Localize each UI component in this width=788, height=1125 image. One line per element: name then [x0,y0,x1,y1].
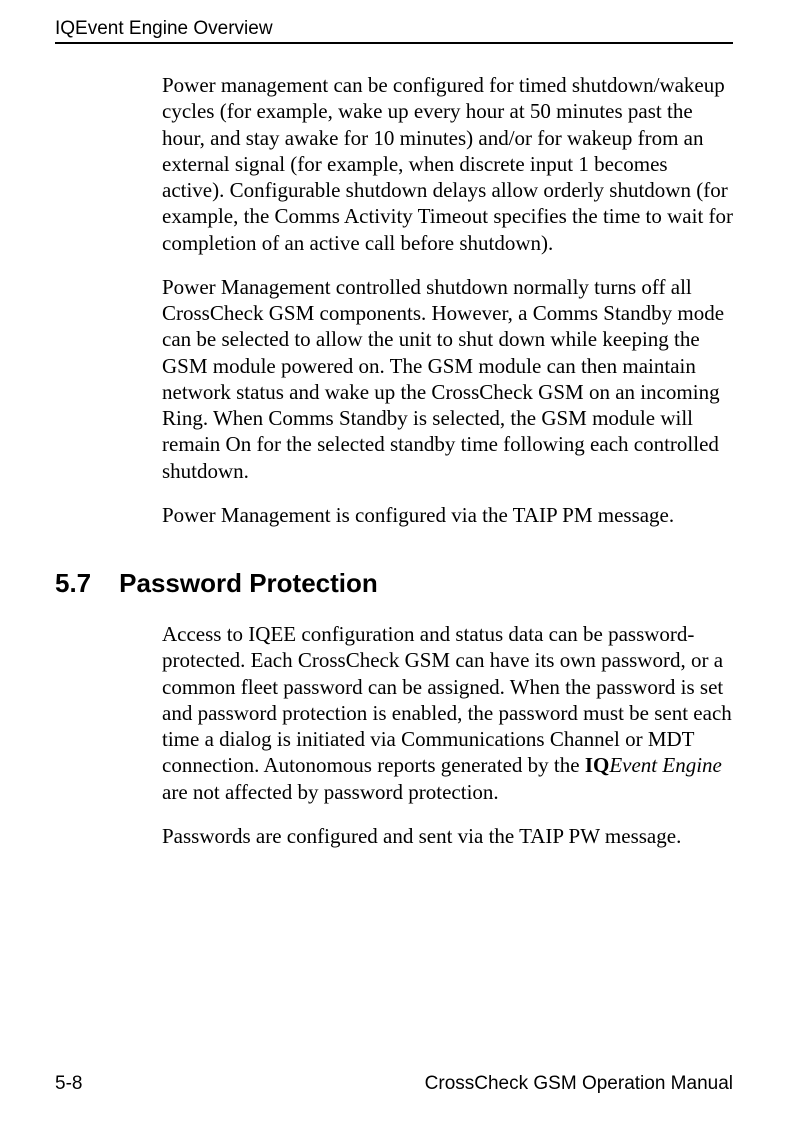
paragraph-password-taip: Passwords are configured and sent via th… [162,823,733,849]
page-footer: 5-8 CrossCheck GSM Operation Manual [55,1073,733,1095]
page-number: 5-8 [55,1073,82,1095]
section-title: Password Protection [119,568,378,598]
paragraph-password-access: Access to IQEE configuration and status … [162,621,733,805]
manual-title: CrossCheck GSM Operation Manual [425,1073,733,1095]
paragraph-power-mgmt-taip: Power Management is configured via the T… [162,502,733,528]
section-number: 5.7 [55,568,91,599]
text-fragment: are not affected by password protection. [162,780,499,804]
section-heading-password: 5.7 Password Protection [55,568,733,599]
event-engine-italic: Event Engine [609,753,722,777]
paragraph-power-mgmt-config: Power management can be configured for t… [162,72,733,256]
iq-bold: IQ [585,753,610,777]
page-header-title: IQEvent Engine Overview [55,18,733,40]
paragraph-power-mgmt-shutdown: Power Management controlled shutdown nor… [162,274,733,484]
header-rule [55,42,733,44]
